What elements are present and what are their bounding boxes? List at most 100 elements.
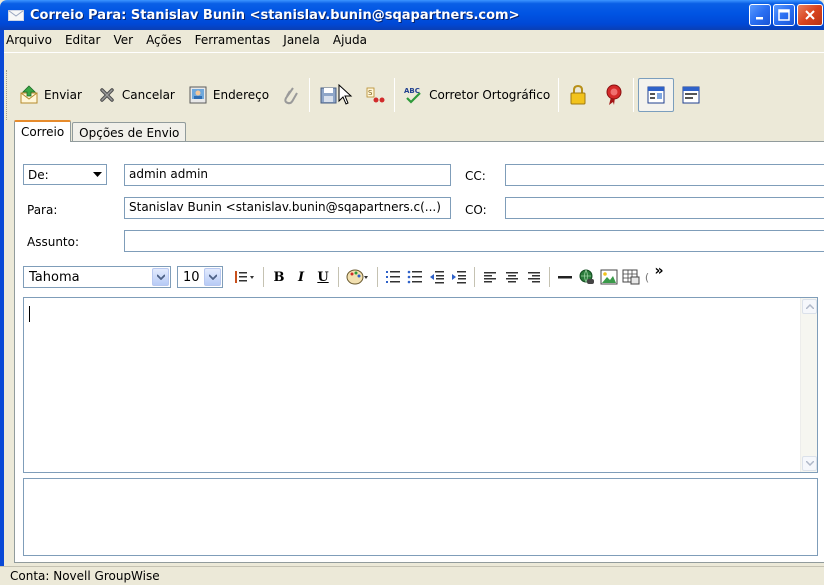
toolbar-separator [558,78,560,112]
indent-icon [452,271,466,284]
toolbar-grip[interactable] [6,70,9,120]
svg-text:S: S [368,89,373,97]
cancel-label: Cancelar [121,88,175,102]
palette-icon [346,269,368,285]
image-icon [600,269,618,285]
track-icon: S [364,84,386,106]
close-icon [805,10,815,20]
mouse-cursor-icon [334,84,356,106]
close-button[interactable] [797,4,823,26]
toolbar-overflow-button[interactable]: » [652,260,666,282]
font-name-value: Tahoma [29,269,80,285]
align-left-button[interactable] [479,266,501,288]
tab-opcoes-envio[interactable]: Opções de Envio [72,122,187,142]
from-select-value: De: [28,167,49,182]
bcc-field[interactable] [505,197,824,219]
address-book-icon [187,84,209,106]
tab-correio[interactable]: Correio [14,120,72,142]
text-color-button[interactable] [343,266,373,288]
window-title: Correio Para: Stanislav Bunin <stanislav… [30,7,520,23]
scroll-up-button[interactable] [802,299,817,314]
spell-check-button[interactable]: ABC Corretor Ortográfico [399,75,554,115]
digital-sign-button[interactable] [599,75,629,115]
editor-scrollbar[interactable] [800,298,817,472]
status-text: Conta: Novell GroupWise [10,569,160,583]
menu-ferramentas[interactable]: Ferramentas [193,33,273,47]
menu-editar[interactable]: Editar [63,33,103,47]
window-view-alt-icon [680,84,702,106]
format-separator [263,267,264,287]
address-book-label: Endereço [212,88,270,102]
toolbar-separator [309,78,311,112]
from-select[interactable]: De: [23,164,107,185]
minimize-icon [756,17,763,20]
spell-check-icon: ABC [403,84,425,106]
format-separator [474,267,475,287]
subject-label: Assunto: [27,235,80,249]
from-field[interactable]: admin admin [124,164,451,186]
align-center-button[interactable] [501,266,523,288]
seal-ribbon-icon [603,84,625,106]
encrypt-button[interactable] [563,75,593,115]
menu-arquivo[interactable]: Arquivo [4,33,54,47]
lock-icon [567,84,589,106]
chevron-up-icon [805,304,814,309]
send-button[interactable]: Enviar [14,75,86,115]
bold-button[interactable]: B [268,266,290,288]
insert-table-button[interactable] [620,266,642,288]
send-icon [18,84,40,106]
format-separator [549,267,550,287]
list-style-icon [235,271,254,283]
insert-image-button[interactable] [598,266,620,288]
main-toolbar: Enviar Cancelar Endereço S ABC Corretor … [14,71,706,119]
bullet-style-button[interactable] [231,266,259,288]
cc-field[interactable] [505,164,824,186]
bcc-label: CO: [465,203,487,217]
to-field[interactable]: Stanislav Bunin <stanislav.bunin@sqapart… [124,197,451,219]
menu-ver[interactable]: Ver [111,33,135,47]
menu-janela[interactable]: Janela [281,33,322,47]
increase-indent-button[interactable] [448,266,470,288]
chevron-down-icon [805,461,814,466]
view-mode-alt-button[interactable] [676,75,706,115]
insert-link-button[interactable] [576,266,598,288]
title-bar[interactable]: Correio Para: Stanislav Bunin <stanislav… [0,0,824,30]
bullet-list-button[interactable] [404,266,426,288]
format-separator [338,267,339,287]
message-body-editor[interactable] [23,297,818,473]
scroll-down-button[interactable] [802,456,817,471]
cc-label: CC: [465,169,486,183]
horizontal-line-button[interactable] [554,266,576,288]
track-info-button[interactable]: S [360,75,390,115]
numbered-list-icon [386,271,400,283]
toolbar-separator [394,78,396,112]
subject-field[interactable] [124,230,824,252]
decrease-indent-button[interactable] [426,266,448,288]
numbered-list-button[interactable] [382,266,404,288]
maximize-icon [778,9,790,21]
chevron-down-icon [204,268,221,286]
status-bar: Conta: Novell GroupWise [0,566,824,585]
italic-button[interactable]: I [290,266,312,288]
font-size-select[interactable]: 10 [177,266,223,288]
view-mode-button[interactable] [638,78,675,112]
menu-ajuda[interactable]: Ajuda [331,33,369,47]
align-right-button[interactable] [523,266,545,288]
window-left-border [0,30,4,585]
save-draft-button[interactable] [314,75,360,115]
menu-acoes[interactable]: Ações [144,33,184,47]
font-name-select[interactable]: Tahoma [23,266,171,288]
cancel-button[interactable]: Cancelar [92,75,179,115]
minimize-button[interactable] [749,4,771,26]
address-book-button[interactable]: Endereço [183,75,273,115]
spell-check-label: Corretor Ortográfico [429,88,551,102]
attachments-list[interactable] [23,478,818,556]
underline-button[interactable]: U [312,266,334,288]
attach-button[interactable] [275,75,305,115]
table-icon [622,269,640,285]
horizontal-rule-icon [558,276,572,279]
menu-bar: Arquivo Editar Ver Ações Ferramentas Jan… [0,30,824,50]
more-options-fragment: ( [644,270,650,284]
maximize-button[interactable] [773,4,795,26]
window-view-icon [645,84,667,106]
